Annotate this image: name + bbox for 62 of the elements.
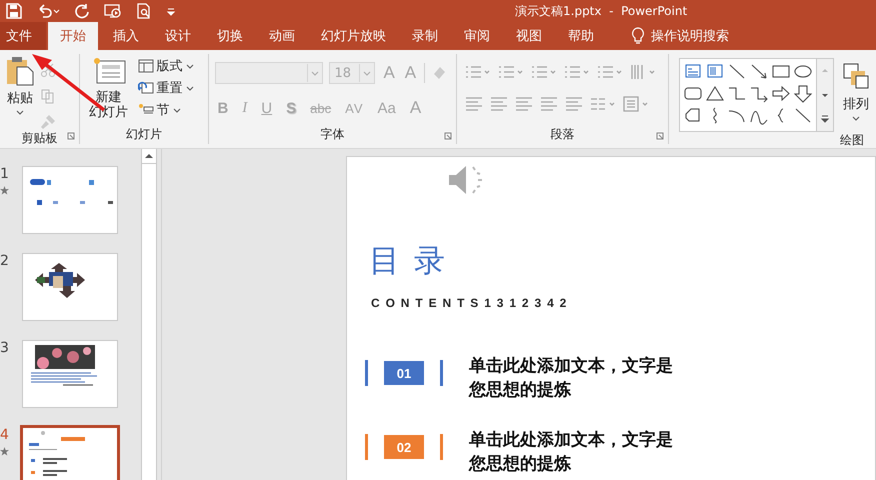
slide-number: 3 <box>0 340 9 356</box>
item-text: 单击此处添加文本，文字是您思想的提炼 <box>469 355 674 402</box>
group-label: 剪贴板 <box>21 131 58 145</box>
ribbon-tab[interactable]: 幻灯片放映 <box>308 22 399 50</box>
scrollbar[interactable] <box>141 149 157 480</box>
ribbon-tab[interactable]: 帮助 <box>555 22 607 50</box>
lightbulb-icon[interactable] <box>631 27 645 45</box>
slide-preview-drawing <box>30 345 98 386</box>
group-label: 段落 <box>550 127 574 141</box>
new-slide-icon <box>92 56 126 86</box>
file-menu-button[interactable]: 文件 <box>0 22 46 50</box>
redo-icon[interactable] <box>74 3 90 19</box>
window-title: 演示文稿1.pptx - PowerPoint <box>515 3 688 20</box>
slide-thumbnail[interactable] <box>22 166 118 234</box>
group-label: 字体 <box>320 127 345 141</box>
slide-number: 2 <box>0 253 9 269</box>
save-icon[interactable] <box>6 3 22 19</box>
number-badge: 02 <box>384 435 424 459</box>
number-badge: 01 <box>384 361 424 385</box>
ribbon-tab[interactable]: 视图 <box>503 22 555 50</box>
caret-icon <box>186 64 194 68</box>
group-label: 幻灯片 <box>126 127 162 141</box>
caret-icon <box>311 70 320 76</box>
slideshow-icon[interactable] <box>104 3 122 19</box>
caret-icon <box>16 110 24 115</box>
ribbon-tab[interactable]: 开始 <box>48 22 98 50</box>
caret-icon <box>172 108 181 112</box>
slide-thumbnail[interactable] <box>22 340 118 408</box>
ribbon-tab[interactable]: 切换 <box>204 22 256 50</box>
ribbon-tab[interactable]: 动画 <box>256 22 308 50</box>
slide-preview-drawing <box>35 263 85 298</box>
slide-thumbnail[interactable] <box>22 253 118 321</box>
item-text: 单击此处添加文本，文字是您思想的提炼 <box>469 429 674 476</box>
caret-icon <box>363 70 372 76</box>
caret-icon <box>852 116 860 121</box>
ribbon-tab[interactable]: 录制 <box>399 22 451 50</box>
print-preview-icon[interactable] <box>136 3 152 19</box>
right-arrow-icon[interactable] <box>770 84 791 103</box>
ribbon-button[interactable]: 版式 <box>138 56 194 76</box>
ribbon-tab[interactable]: 设计 <box>152 22 204 50</box>
group-label: 绘图 <box>840 133 864 147</box>
slide-title: 目 录 <box>369 242 448 281</box>
ribbon-tab[interactable]: 审阅 <box>451 22 503 50</box>
clipboard-icon <box>6 56 34 86</box>
down-arrow-icon[interactable] <box>792 84 813 103</box>
paste-button[interactable]: 粘贴 <box>4 54 36 130</box>
ribbon-button[interactable]: 重置 <box>138 78 194 98</box>
dialog-launcher-icon[interactable] <box>66 132 75 140</box>
arrange-button[interactable]: 排列 <box>840 54 872 132</box>
triangle-icon[interactable] <box>704 84 725 103</box>
ribbon-tab[interactable]: 插入 <box>100 22 152 50</box>
tell-me-search[interactable]: 操作说明搜索 <box>651 27 729 45</box>
layout-icon <box>138 59 154 73</box>
ribbon-button[interactable]: 节 <box>138 100 194 120</box>
caret-icon <box>186 86 194 90</box>
slide-subtitle: CONTENTS1312342 <box>371 296 574 310</box>
slide-preview-drawing <box>29 431 85 476</box>
slide-thumbnail[interactable] <box>20 425 120 480</box>
scissors-icon[interactable] <box>40 62 56 78</box>
slide-number: 4 <box>0 427 9 443</box>
slide-number: 1 <box>0 166 9 182</box>
reset-icon <box>138 81 154 95</box>
